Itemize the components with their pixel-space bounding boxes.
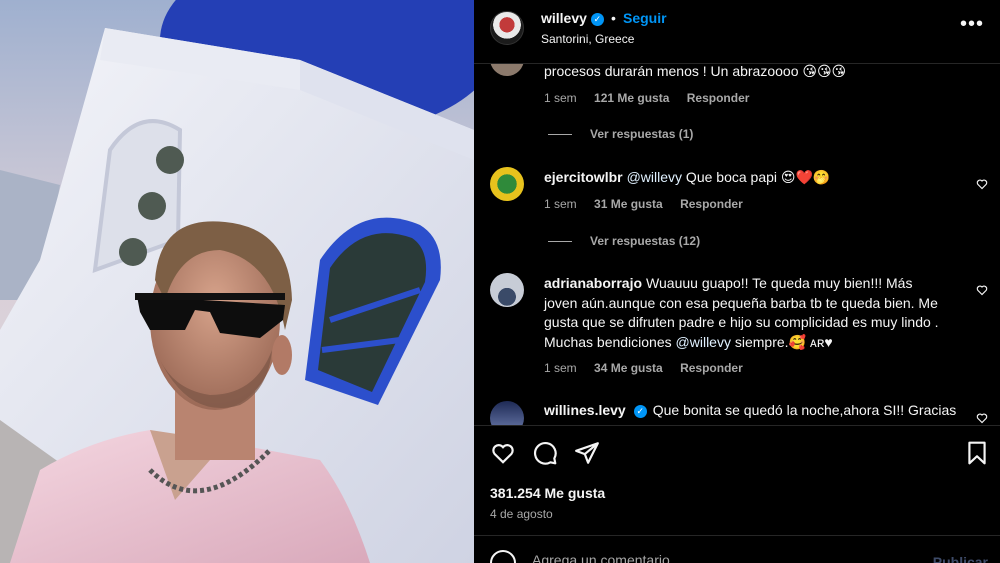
publish-button[interactable]: Publicar: [933, 554, 988, 563]
comment-likes[interactable]: 34 Me gusta: [594, 361, 663, 375]
separator-dot: •: [611, 10, 616, 26]
replies-line: [548, 241, 572, 243]
comment-text: procesos durarán menos ! Un abrazoooo 😘😘…: [544, 64, 847, 79]
comment-time[interactable]: 1 sem: [544, 91, 577, 105]
comment-meta: 1 sem 121 Me gusta Responder: [544, 91, 763, 105]
post-date[interactable]: 4 de agosto: [490, 507, 553, 521]
comment-text: adrianaborrajo Wuauuu guapo!! Te queda mu…: [544, 275, 939, 350]
reply-button[interactable]: Responder: [687, 91, 750, 105]
photo-illustration: [0, 0, 474, 563]
commenter-avatar[interactable]: [490, 401, 524, 425]
post-sidebar: willevy ✓ • Seguir Santorini, Greece ••• …: [474, 0, 1000, 563]
replies-line: [548, 134, 572, 136]
comment-time[interactable]: 1 sem: [544, 361, 577, 375]
save-bookmark-icon[interactable]: [964, 440, 990, 466]
comment-time[interactable]: 1 sem: [544, 197, 577, 211]
author-avatar[interactable]: [490, 11, 524, 45]
emoji-icon[interactable]: [490, 550, 516, 563]
reply-button[interactable]: Responder: [680, 197, 743, 211]
comment-username[interactable]: ejercitowlbr: [544, 169, 623, 185]
post-actions: 381.254 Me gusta 4 de agosto: [474, 425, 1000, 535]
commenter-avatar[interactable]: [490, 167, 524, 201]
likes-count[interactable]: 381.254 Me gusta: [490, 485, 605, 501]
comment-like-heart-icon[interactable]: [976, 178, 988, 190]
comment-input[interactable]: [532, 552, 912, 563]
comment-bubble-icon[interactable]: [532, 440, 558, 466]
commenter-avatar[interactable]: [490, 273, 524, 307]
more-options-icon[interactable]: •••: [960, 14, 984, 34]
comment-like-heart-icon[interactable]: [976, 284, 988, 296]
comment-text: ejercitowlbr @willevy Que boca papi 😍❤️🤭: [544, 169, 831, 185]
comments-list[interactable]: procesos durarán menos ! Un abrazoooo 😘😘…: [474, 64, 1000, 425]
post-photo[interactable]: [0, 0, 474, 563]
share-send-icon[interactable]: [574, 440, 600, 466]
reply-button[interactable]: Responder: [680, 361, 743, 375]
author-username[interactable]: willevy ✓: [541, 10, 604, 26]
view-replies-button[interactable]: Ver respuestas (1): [548, 127, 693, 141]
post-header: willevy ✓ • Seguir Santorini, Greece •••: [474, 0, 1000, 64]
post-location[interactable]: Santorini, Greece: [541, 32, 634, 46]
comment-mention[interactable]: @willevy: [627, 169, 682, 185]
comment-composer: Publicar: [474, 535, 1000, 563]
comment-likes[interactable]: 121 Me gusta: [594, 91, 669, 105]
follow-button[interactable]: Seguir: [623, 10, 667, 26]
verified-badge-icon: ✓: [633, 405, 647, 418]
comment-text: willines.levy ✓ Que bonita se quedó la noc…: [544, 402, 957, 418]
view-replies-button[interactable]: Ver respuestas (12): [548, 234, 700, 248]
comment-username[interactable]: willines.levy: [544, 402, 626, 418]
comment-likes[interactable]: 31 Me gusta: [594, 197, 663, 211]
commenter-avatar[interactable]: [490, 64, 524, 76]
comment-meta: 1 sem 34 Me gusta Responder: [544, 361, 757, 375]
verified-badge-icon: ✓: [590, 13, 604, 26]
comment-mention[interactable]: @willevy: [676, 334, 731, 350]
like-heart-icon[interactable]: [490, 440, 516, 466]
comment-meta: 1 sem 31 Me gusta Responder: [544, 197, 757, 211]
comment-username[interactable]: adrianaborrajo: [544, 275, 642, 291]
comment-like-heart-icon[interactable]: [976, 412, 988, 424]
